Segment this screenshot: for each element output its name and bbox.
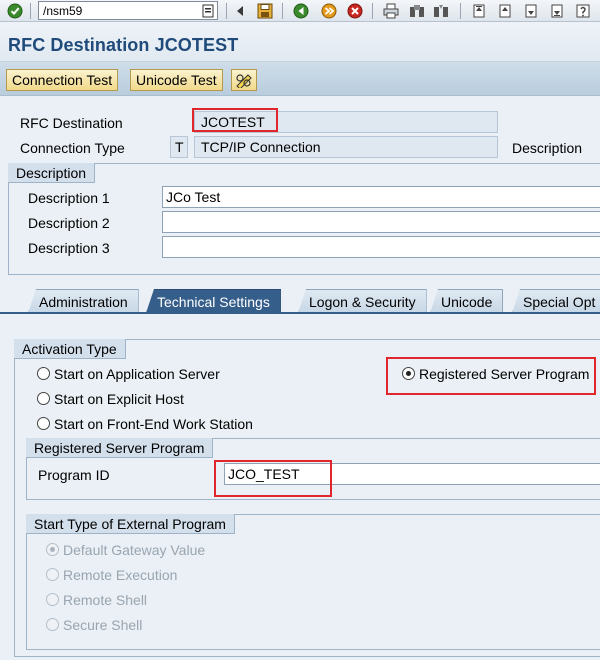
description-1-label: Description 1 xyxy=(28,190,110,206)
start-on-explicit-host-radio[interactable] xyxy=(37,392,50,405)
exit-icon[interactable] xyxy=(320,2,338,20)
registered-server-caption: Registered Server Program xyxy=(26,438,214,458)
first-page-icon[interactable] xyxy=(470,2,488,20)
cancel-icon[interactable] xyxy=(346,2,364,20)
description-2-label: Description 2 xyxy=(28,215,110,231)
description-group-caption: Description xyxy=(8,163,96,183)
back-icon[interactable] xyxy=(292,2,310,20)
description-3-input[interactable] xyxy=(162,236,600,258)
help-icon[interactable] xyxy=(574,2,592,20)
remote-execution-radio[interactable] xyxy=(46,568,59,581)
highlight-program-id xyxy=(214,460,332,497)
secure-shell-label: Secure Shell xyxy=(63,617,143,633)
connection-test-button[interactable]: Connection Test xyxy=(6,69,119,91)
start-on-app-server-label: Start on Application Server xyxy=(54,366,220,382)
system-toolbar: /nsm59 xyxy=(0,0,600,22)
history-icon[interactable] xyxy=(200,2,216,20)
tab-unicode[interactable]: Unicode xyxy=(430,289,504,313)
enter-icon[interactable] xyxy=(6,2,24,20)
find-icon[interactable] xyxy=(408,2,426,20)
default-gateway-label: Default Gateway Value xyxy=(63,542,206,558)
pencil-glasses-icon xyxy=(236,74,252,88)
remote-shell-label: Remote Shell xyxy=(63,592,148,608)
description-3-label: Description 3 xyxy=(28,240,110,256)
start-on-explicit-host-label: Start on Explicit Host xyxy=(54,391,184,407)
connection-type-text: TCP/IP Connection xyxy=(194,136,498,158)
default-gateway-radio[interactable] xyxy=(46,543,59,556)
highlight-registered-server xyxy=(386,357,596,395)
last-page-icon[interactable] xyxy=(548,2,566,20)
remote-execution-label: Remote Execution xyxy=(63,567,178,583)
unicode-test-button[interactable]: Unicode Test xyxy=(130,69,223,91)
find-next-icon[interactable] xyxy=(432,2,450,20)
tab-technical-settings[interactable]: Technical Settings xyxy=(146,289,281,313)
rfc-destination-label: RFC Destination xyxy=(20,115,123,131)
edit-toggle-button[interactable] xyxy=(231,69,257,91)
activation-type-caption: Activation Type xyxy=(14,339,126,359)
tab-administration[interactable]: Administration xyxy=(28,289,139,313)
description-2-input[interactable] xyxy=(162,211,600,233)
next-page-icon[interactable] xyxy=(522,2,540,20)
tab-logon-security[interactable]: Logon & Security xyxy=(298,289,427,313)
start-on-app-server-radio[interactable] xyxy=(37,367,50,380)
connection-type-code: T xyxy=(170,136,188,158)
connection-type-label: Connection Type xyxy=(20,140,125,156)
secure-shell-radio[interactable] xyxy=(46,618,59,631)
start-on-frontend-label: Start on Front-End Work Station xyxy=(54,416,253,432)
start-type-caption: Start Type of External Program xyxy=(26,514,235,534)
print-icon[interactable] xyxy=(382,2,400,20)
back-nav-icon[interactable] xyxy=(232,2,248,20)
save-icon[interactable] xyxy=(256,2,274,20)
command-field[interactable]: /nsm59 xyxy=(38,1,218,20)
page-title: RFC Destination JCOTEST xyxy=(8,35,239,55)
program-id-label: Program ID xyxy=(38,467,110,483)
tab-special-options[interactable]: Special Opt xyxy=(512,289,600,313)
highlight-rfc-destination xyxy=(192,108,278,132)
description-label-right: Description xyxy=(512,140,583,156)
prev-page-icon[interactable] xyxy=(496,2,514,20)
start-on-frontend-radio[interactable] xyxy=(37,417,50,430)
description-1-input[interactable]: JCo Test xyxy=(162,186,600,208)
remote-shell-radio[interactable] xyxy=(46,593,59,606)
